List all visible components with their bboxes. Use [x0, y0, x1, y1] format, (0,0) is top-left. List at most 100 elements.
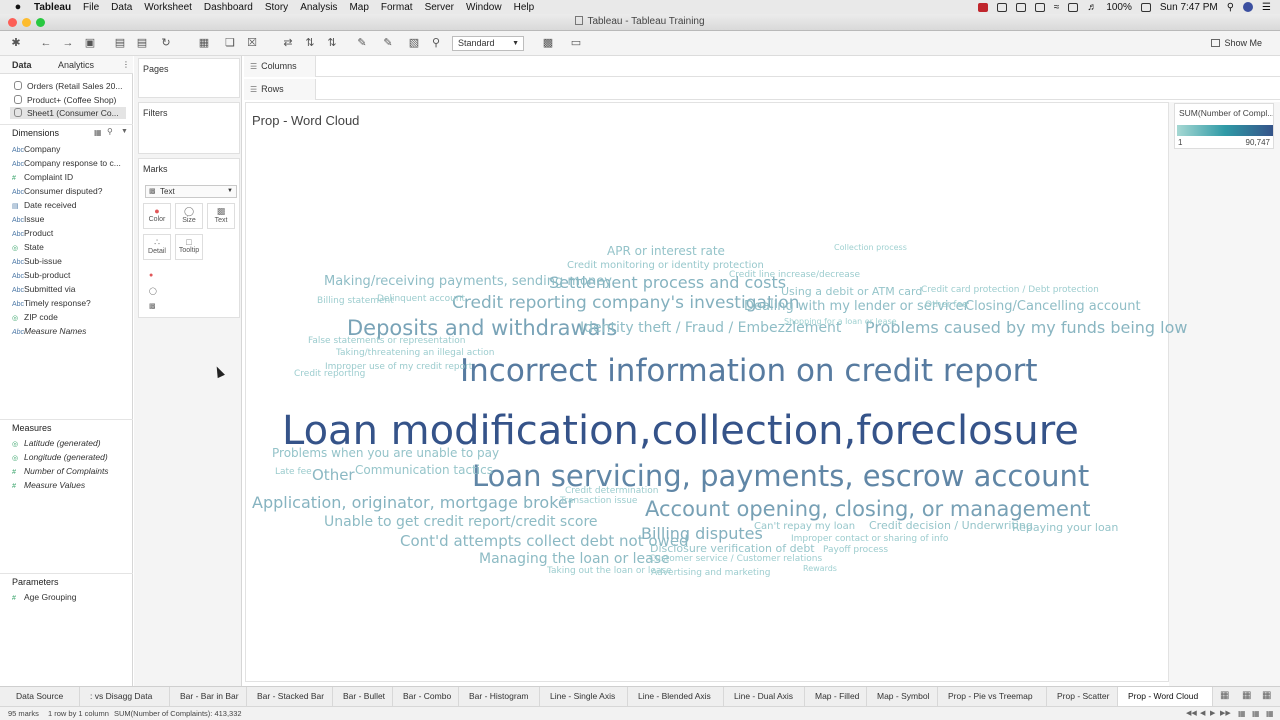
columns-shelf[interactable]: ☰ Columns [244, 56, 1280, 77]
sheet-tab-prop-pie-vs-treemap[interactable]: Prop - Pie vs Treemap [938, 687, 1047, 706]
show-filmstrip-icon[interactable]: ▦ [1252, 707, 1260, 720]
mark-type-select[interactable]: ▩ Text ▼ [145, 185, 237, 198]
battery-icon[interactable] [1140, 2, 1151, 12]
save-icon[interactable]: ▣ [84, 37, 96, 49]
record-status-icon[interactable] [977, 2, 988, 12]
chevron-down-icon[interactable]: ▼ [121, 128, 128, 135]
word-cloud-mark[interactable]: Repaying your loan [1012, 521, 1118, 534]
new-story-tab-icon[interactable]: ▦ [1262, 690, 1271, 701]
search-icon[interactable]: ⚲ [107, 127, 113, 136]
menu-analysis[interactable]: Analysis [300, 2, 337, 13]
pill-issue-text[interactable]: Issue [163, 300, 235, 312]
sheet-tab-line-dual-axis[interactable]: Line - Dual Axis [724, 687, 805, 706]
volume-icon[interactable]: ♬ [1087, 2, 1097, 13]
prev-sheet-icon[interactable]: ◀ [1200, 707, 1205, 720]
menu-window[interactable]: Window [466, 2, 502, 13]
show-tabs-icon[interactable]: ▦ [1266, 707, 1274, 720]
new-worksheet-tab-icon[interactable]: ▦ [1220, 690, 1229, 701]
pause-updates-icon[interactable]: ▤ [136, 37, 148, 49]
menu-data[interactable]: Data [111, 2, 132, 13]
sort-descending-icon[interactable]: ⇅ [326, 37, 338, 49]
field-age-grouping[interactable]: # Age Grouping [12, 592, 76, 602]
sheet-tab-vs-disagg-data[interactable]: : vs Disagg Data [80, 687, 170, 706]
filters-card[interactable]: Filters [138, 102, 240, 154]
show-me-button[interactable]: Show Me [1211, 38, 1262, 48]
word-cloud-mark[interactable]: Communication tactics [355, 463, 493, 477]
word-cloud-mark[interactable]: Transaction issue [560, 496, 637, 506]
word-cloud-mark[interactable]: Shopping for a loan or lease [784, 317, 897, 326]
field-measure-names[interactable]: AbcMeasure Names [12, 326, 86, 336]
menu-worksheet[interactable]: Worksheet [144, 2, 192, 13]
presentation-mode-icon[interactable]: ▭ [570, 37, 582, 49]
tab-analytics[interactable]: Analytics [58, 60, 94, 70]
sheet-tab-map-filled[interactable]: Map - Filled [805, 687, 867, 706]
sheet-tab-bar-bar-in-bar[interactable]: Bar - Bar in Bar [170, 687, 247, 706]
notification-center-icon[interactable]: ☰ [1262, 2, 1271, 13]
tableau-logo-icon[interactable]: ✱ [10, 37, 22, 49]
sheet-tab-prop-scatter[interactable]: Prop - Scatter [1047, 687, 1118, 706]
field-company-response-to-c[interactable]: AbcCompany response to c... [12, 158, 121, 168]
menu-file[interactable]: File [83, 2, 99, 13]
pill-sum-number-color[interactable]: SUM(Number o... [163, 270, 235, 282]
sheet-tab-line-single-axis[interactable]: Line - Single Axis [540, 687, 628, 706]
field-product[interactable]: AbcProduct [12, 228, 53, 238]
field-issue[interactable]: AbcIssue [12, 214, 44, 224]
text-button[interactable]: ▩ Text [207, 203, 235, 229]
word-cloud-mark[interactable]: Closing/Cancelling account [965, 299, 1141, 314]
new-worksheet-icon[interactable]: ▦ [198, 37, 210, 49]
sort-ascending-icon[interactable]: ⇅ [304, 37, 316, 49]
group-members-icon[interactable]: ✎ [382, 37, 394, 49]
word-cloud-mark[interactable]: Credit card protection / Debt protection [921, 285, 1099, 295]
field-sub-product[interactable]: AbcSub-product [12, 270, 70, 280]
airplay-icon[interactable] [1068, 2, 1079, 12]
word-cloud-mark[interactable]: Problems when you are unable to pay [272, 446, 499, 460]
word-cloud-mark[interactable]: Billing statement [317, 296, 394, 306]
field-measure-values[interactable]: # Measure Values [12, 480, 85, 490]
field-number-of-complaints[interactable]: # Number of Complaints [12, 466, 109, 476]
menubar-clock[interactable]: Sun 7:47 PM [1160, 2, 1218, 13]
menu-story[interactable]: Story [265, 2, 288, 13]
word-cloud-mark[interactable]: Credit reporting [294, 369, 365, 379]
menu-map[interactable]: Map [349, 2, 368, 13]
word-cloud-mark[interactable]: Payoff process [823, 545, 888, 555]
sheet-tab-bar-stacked-bar[interactable]: Bar - Stacked Bar [247, 687, 333, 706]
field-timely-response[interactable]: AbcTimely response? [12, 298, 91, 308]
field-state[interactable]: ◎ State [12, 242, 44, 252]
field-complaint-id[interactable]: # Complaint ID [12, 172, 73, 182]
undo-icon[interactable]: ← [40, 37, 52, 49]
field-longitude-generated[interactable]: ◎ Longitude (generated) [12, 452, 108, 462]
word-cloud-mark[interactable]: Other [312, 466, 355, 484]
worksheet-canvas[interactable]: Loan modification,collection,foreclosure… [245, 102, 1188, 682]
field-latitude-generated[interactable]: ◎ Latitude (generated) [12, 438, 101, 448]
sheet-tab-map-symbol[interactable]: Map - Symbol [867, 687, 938, 706]
swap-rows-columns-icon[interactable]: ⇄ [282, 37, 294, 49]
word-cloud-mark[interactable]: Application, originator, mortgage broker [252, 493, 574, 512]
spotlight-search-icon[interactable]: ⚲ [1227, 2, 1234, 13]
menu-server[interactable]: Server [425, 2, 454, 13]
sheet-tab-bar-histogram[interactable]: Bar - Histogram [459, 687, 540, 706]
word-cloud-mark[interactable]: Advertising and marketing [651, 568, 770, 578]
duplicate-sheet-icon[interactable]: ❏ [224, 37, 236, 49]
apple-icon[interactable]: ● [10, 1, 26, 13]
color-legend[interactable]: SUM(Number of Compl... 1 90,747 [1174, 103, 1274, 149]
word-cloud-mark[interactable]: Making/receiving payments, sending money [324, 274, 612, 289]
show-cards-icon[interactable]: ▩ [542, 37, 554, 49]
word-cloud-mark[interactable]: Credit determination [565, 486, 659, 496]
data-source-item-selected[interactable]: Sheet1 (Consumer Co... [10, 107, 126, 119]
highlight-icon[interactable]: ✎ [356, 37, 368, 49]
sheet-tab-bar-combo[interactable]: Bar - Combo [393, 687, 459, 706]
word-cloud-mark[interactable]: Customer service / Customer relations [649, 554, 822, 564]
new-data-source-icon[interactable]: ▤ [114, 37, 126, 49]
show-mark-labels-icon[interactable]: ▧ [408, 37, 420, 49]
rows-shelf[interactable]: ☰ Rows [244, 79, 1280, 100]
color-button[interactable]: ● Color [143, 203, 171, 229]
pane-menu-icon[interactable]: ⋮ [122, 60, 130, 69]
word-cloud-mark[interactable]: Incorrect information on credit report [460, 353, 1038, 389]
field-submitted-via[interactable]: AbcSubmitted via [12, 284, 76, 294]
word-cloud-mark[interactable]: Account opening, closing, or management [645, 497, 1091, 521]
word-cloud-mark[interactable]: Unable to get credit report/credit score [324, 514, 598, 530]
user-avatar[interactable] [1243, 2, 1254, 12]
word-cloud-mark[interactable]: Collection process [834, 243, 907, 252]
word-cloud-mark[interactable]: Rewards [803, 564, 837, 573]
menu-help[interactable]: Help [514, 2, 535, 13]
